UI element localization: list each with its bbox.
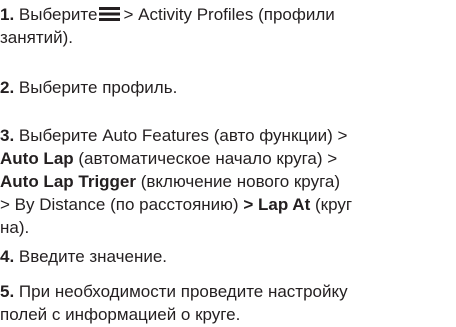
step-1-line-1: 1. Выберите > Activity Profiles (профили [0, 3, 335, 26]
step-5-line-2: полей с информацией о круге. [0, 305, 241, 324]
step-3-line-2-text: (автоматическое начало круга) > [78, 149, 338, 168]
lap-at-term: > Lap At [243, 195, 311, 214]
step-3-line-4-text: > By Distance (по расстоянию) [0, 195, 239, 214]
step-3-line-4: > By Distance (по расстоянию) > Lap At (… [0, 193, 352, 216]
step-3-line-3: Auto Lap Trigger (включение нового круга… [0, 170, 352, 193]
step-number: 3. [0, 126, 15, 145]
step-3: 3. Выберите Auto Features (авто функции)… [0, 124, 352, 239]
step-4-text: Введите значение. [18, 247, 168, 266]
step-1-line-2: занятий). [0, 28, 74, 47]
step-1-text-after: > Activity Profiles (профили [123, 5, 335, 24]
step-4: 4. Введите значение. [0, 245, 167, 268]
step-number: 1. [0, 5, 15, 24]
step-number: 2. [0, 78, 15, 97]
auto-lap-term: Auto Lap [0, 149, 74, 168]
step-number: 5. [0, 282, 15, 301]
step-1: 1. Выберите > Activity Profiles (профили … [0, 3, 335, 49]
step-3-line-1: 3. Выберите Auto Features (авто функции)… [0, 124, 352, 147]
step-2: 2. Выберите профиль. [0, 76, 177, 99]
step-5-text: При необходимости проведите настройку [18, 282, 348, 301]
step-3-text: Выберите Auto Features (авто функции) > [18, 126, 348, 145]
menu-icon [99, 7, 121, 21]
step-5: 5. При необходимости проведите настройку… [0, 280, 348, 326]
step-3-line-2: Auto Lap (автоматическое начало круга) > [0, 147, 352, 170]
step-3-line-3-text: (включение нового круга) [140, 172, 341, 191]
auto-lap-trigger-term: Auto Lap Trigger [0, 172, 136, 191]
step-3-line-4-rest: (круг [314, 195, 353, 214]
step-1-text: Выберите [18, 5, 98, 24]
step-2-text: Выберите профиль. [18, 78, 178, 97]
step-number: 4. [0, 247, 15, 266]
step-3-line-5: на). [0, 218, 30, 237]
step-5-line-1: 5. При необходимости проведите настройку [0, 280, 348, 303]
